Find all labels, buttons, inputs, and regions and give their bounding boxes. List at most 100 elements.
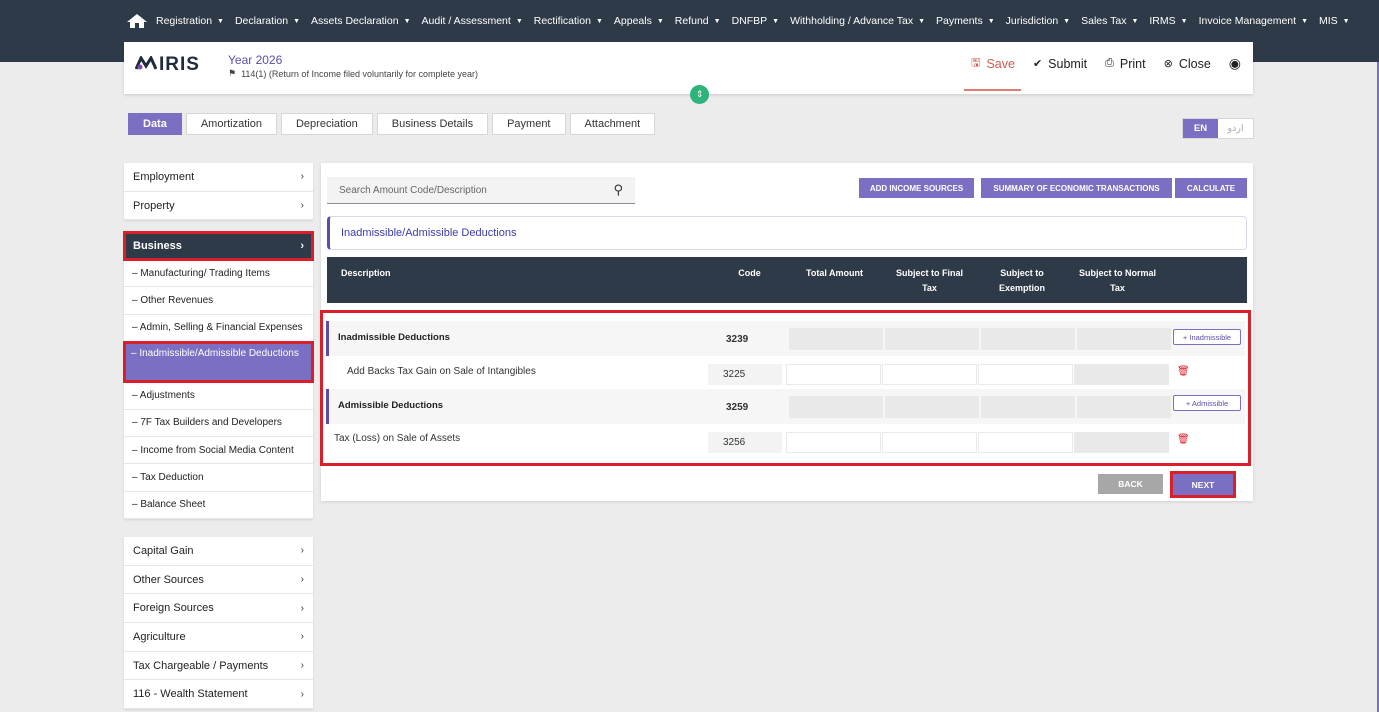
user-profile-button[interactable]: ◉	[1229, 55, 1241, 72]
add-income-sources-button[interactable]: ADD INCOME SOURCES	[859, 178, 974, 198]
summary-economic-transactions-button[interactable]: SUMMARY OF ECONOMIC TRANSACTIONS	[981, 178, 1172, 198]
menu-withholding[interactable]: Withholding / Advance Tax ▼	[790, 15, 925, 27]
menu-registration[interactable]: Registration ▼	[156, 15, 224, 27]
menu-audit-assessment[interactable]: Audit / Assessment ▼	[422, 15, 523, 27]
total-amount-input[interactable]	[786, 364, 881, 385]
menu-sales-tax[interactable]: Sales Tax ▼	[1081, 15, 1138, 27]
final-tax-input[interactable]	[882, 364, 977, 385]
back-button[interactable]: BACK	[1098, 474, 1163, 494]
sidebar-item-business[interactable]: Business ›	[123, 231, 314, 261]
lang-urdu-button[interactable]: اردو	[1218, 119, 1253, 138]
return-header: IRIS Year 2026 ⚑ 114(1) (Return of Incom…	[124, 42, 1253, 94]
final-tax-input[interactable]	[882, 432, 977, 453]
close-button[interactable]: ⊗ Close	[1164, 57, 1211, 71]
tab-payment[interactable]: Payment	[492, 113, 566, 135]
menu-declaration[interactable]: Declaration ▼	[235, 15, 300, 27]
tab-business-details[interactable]: Business Details	[376, 113, 489, 135]
language-switch: EN اردو	[1182, 118, 1254, 139]
chevron-right-icon: ›	[300, 240, 304, 252]
sidebar-item-wealth-statement[interactable]: 116 - Wealth Statement ›	[124, 680, 313, 710]
chevron-right-icon: ›	[300, 688, 304, 700]
menu-label: Invoice Management	[1198, 15, 1297, 27]
menu-label: Payments	[936, 15, 983, 27]
home-icon[interactable]	[126, 13, 148, 29]
normal-tax-cell	[1074, 364, 1169, 385]
table-row: Admissible Deductions 3259 + Admissible	[326, 389, 1245, 424]
calculate-button[interactable]: CALCULATE	[1175, 178, 1247, 198]
sidebar-item-capital-gain[interactable]: Capital Gain ›	[124, 537, 313, 566]
menu-rectification[interactable]: Rectification ▼	[534, 15, 603, 27]
sidebar-item-property[interactable]: Property ›	[124, 192, 313, 221]
chevron-right-icon: ›	[300, 171, 304, 183]
menu-mis[interactable]: MIS ▼	[1319, 15, 1350, 27]
menu-irms[interactable]: IRMS ▼	[1149, 15, 1187, 27]
tab-amortization[interactable]: Amortization	[185, 113, 277, 135]
sidebar-subitem-social-media-income[interactable]: – Income from Social Media Content	[124, 437, 313, 465]
sidebar-item-label: 116 - Wealth Statement	[133, 688, 248, 701]
print-label: Print	[1119, 56, 1146, 71]
sidebar-item-label: Property	[133, 199, 175, 212]
sidebar-top-group: Employment › Property ›	[124, 163, 313, 221]
delete-icon[interactable]: 🗑	[1177, 366, 1190, 377]
tab-data[interactable]: Data	[128, 113, 182, 135]
menu-payments[interactable]: Payments ▼	[936, 15, 995, 27]
sidebar-item-other-sources[interactable]: Other Sources ›	[124, 566, 313, 595]
search-input[interactable]: Search Amount Code/Description ⚲	[327, 177, 635, 204]
menu-appeals[interactable]: Appeals ▼	[614, 15, 664, 27]
collapse-toggle-icon[interactable]: ⇕	[690, 85, 709, 104]
caret-down-icon: ▼	[217, 17, 224, 25]
menu-refund[interactable]: Refund ▼	[675, 15, 721, 27]
col-description: Description	[341, 268, 391, 278]
chevron-right-icon: ›	[300, 602, 304, 614]
sidebar-subitem-inadmissible-deductions[interactable]: – Inadmissible/Admissible Deductions	[123, 341, 314, 384]
menu-label: Jurisdiction	[1005, 15, 1059, 27]
print-button[interactable]: ⎙ Print	[1105, 57, 1146, 71]
tab-depreciation[interactable]: Depreciation	[280, 113, 373, 135]
row-label: Add Backs Tax Gain on Sale of Intangible…	[347, 366, 536, 377]
sidebar-item-label: Employment	[133, 170, 195, 183]
sidebar-subitem-tax-deduction[interactable]: – Tax Deduction	[124, 464, 313, 492]
user-circle-icon: ◉	[1228, 55, 1241, 71]
tab-attachment[interactable]: Attachment	[569, 113, 656, 135]
sidebar-subitem-balance-sheet[interactable]: – Balance Sheet	[124, 492, 313, 520]
menu-jurisdiction[interactable]: Jurisdiction ▼	[1006, 15, 1070, 27]
sidebar-item-tax-chargeable[interactable]: Tax Chargeable / Payments ›	[124, 652, 313, 681]
sidebar-subitem-7f-tax-builders[interactable]: – 7F Tax Builders and Developers	[124, 410, 313, 437]
menu-dnfbp[interactable]: DNFBP ▼	[732, 15, 780, 27]
sidebar-subitem-admin-expenses[interactable]: – Admin, Selling & Financial Expenses	[124, 315, 313, 343]
sidebar-item-employment[interactable]: Employment ›	[124, 163, 313, 192]
sidebar-subitem-other-revenues[interactable]: – Other Revenues	[124, 287, 313, 315]
sidebar-bottom-group: Capital Gain › Other Sources › Foreign Sou…	[124, 537, 313, 710]
row-code: 3239	[726, 334, 749, 345]
save-label: Save	[986, 56, 1015, 71]
add-admissible-button[interactable]: + Admissible	[1173, 395, 1241, 411]
delete-icon[interactable]: 🗑	[1177, 434, 1190, 445]
chevron-right-icon: ›	[300, 574, 304, 586]
table-row: Tax (Loss) on Sale of Assets 3256 🗑	[326, 424, 1245, 460]
exemption-input[interactable]	[978, 364, 1073, 385]
search-icon[interactable]: ⚲	[613, 182, 623, 198]
add-inadmissible-button[interactable]: + Inadmissible	[1173, 329, 1241, 345]
menu-assets-declaration[interactable]: Assets Declaration ▼	[311, 15, 410, 27]
caret-down-icon: ▼	[595, 17, 603, 25]
next-button[interactable]: NEXT	[1170, 471, 1236, 498]
exemption-cell	[981, 328, 1075, 350]
save-icon: 🖫	[971, 57, 981, 69]
save-button[interactable]: 🖫 Save	[971, 54, 1015, 73]
sidebar-item-foreign-sources[interactable]: Foreign Sources ›	[124, 594, 313, 624]
flag-icon: ⚑	[228, 68, 237, 78]
exemption-input[interactable]	[978, 432, 1073, 453]
final-tax-cell	[885, 328, 979, 350]
row-code: 3259	[726, 402, 749, 413]
normal-tax-cell	[1077, 396, 1171, 418]
submit-button[interactable]: ✔ Submit	[1033, 57, 1087, 71]
return-section: ⚑ 114(1) (Return of Income filed volunta…	[228, 68, 478, 79]
lang-en-button[interactable]: EN	[1183, 119, 1218, 138]
sidebar-subitem-adjustments[interactable]: – Adjustments	[124, 382, 313, 410]
caret-down-icon: ▼	[987, 17, 995, 25]
total-amount-input[interactable]	[786, 432, 881, 453]
header-actions: 🖫 Save ✔ Submit ⎙ Print ⊗ Close ◉	[953, 54, 1241, 73]
sidebar-item-agriculture[interactable]: Agriculture ›	[124, 623, 313, 652]
menu-invoice-management[interactable]: Invoice Management ▼	[1199, 15, 1308, 27]
sidebar-subitem-manufacturing[interactable]: – Manufacturing/ Trading Items	[124, 260, 313, 288]
